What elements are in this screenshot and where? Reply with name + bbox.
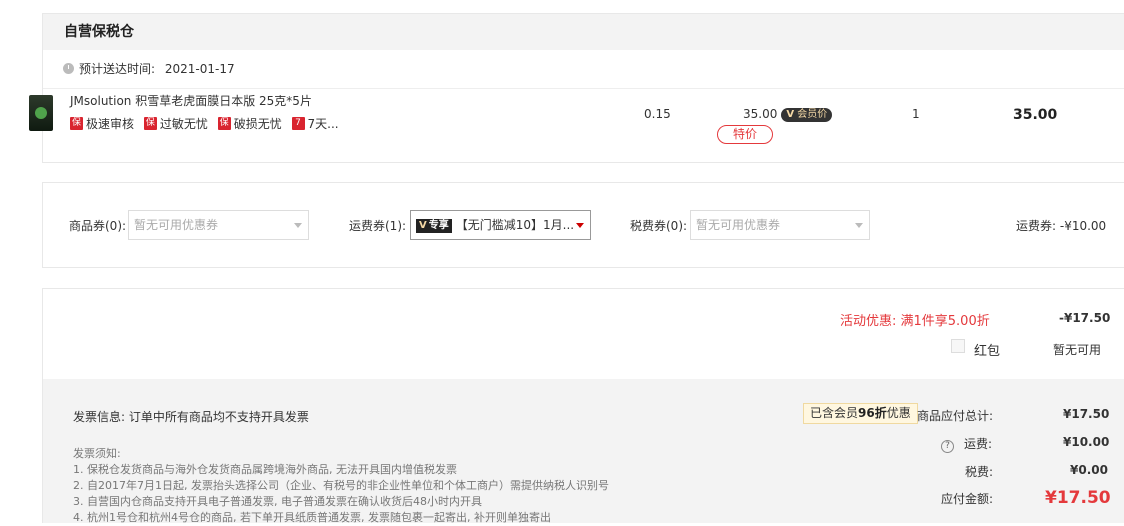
member-price-badge: V 会员价	[781, 108, 833, 122]
help-icon[interactable]: ?	[941, 440, 954, 453]
chevron-down-icon	[294, 223, 302, 228]
invoice-notes: 发票须知: 1. 保税仓发货商品与海外仓发货商品属跨境海外商品, 无法开具国内增…	[73, 446, 609, 526]
product-weight: 0.15	[644, 107, 671, 121]
red-packet-checkbox[interactable]	[951, 339, 965, 353]
goods-coupon-label: 商品券(0):	[69, 219, 127, 233]
eta-label: 预计送达时间:	[79, 62, 156, 76]
red-packet-label: 红包	[974, 344, 1001, 359]
invoice-note: 2. 自2017年7月1日起, 发票抬头选择公司（企业、有税号的非企业性单位和个…	[73, 479, 609, 492]
shipping-coupon-select[interactable]: V 专享 【无门槛减10】1月...	[410, 210, 591, 240]
goods-coupon-select[interactable]: 暂无可用优惠券	[128, 210, 309, 240]
tax-label: 税费:	[965, 465, 994, 479]
invoice-note: 4. 杭州1号仓和杭州4号仓的商品, 若下单开具纸质普通发票, 发票随包裹一起寄…	[73, 511, 551, 524]
shipping-fee-label: ? 运费:	[941, 435, 992, 453]
payable-label: 应付金额:	[941, 492, 994, 506]
delivery-eta: 预计送达时间: 2021-01-17	[43, 50, 1124, 89]
shipping-fee-value: ¥10.00	[1063, 435, 1110, 449]
member-discount-badge: 已含会员96折优惠	[803, 403, 918, 424]
service-tag[interactable]: 7 7天...	[291, 115, 339, 132]
service-tag: 保过敏无忧	[143, 117, 208, 131]
invoice-notes-title: 发票须知:	[73, 447, 121, 460]
product-price: 35.00	[743, 107, 778, 121]
invoice-info: 发票信息: 订单中所有商品均不支持开具发票	[73, 410, 309, 424]
seven-day-return-icon: 7	[291, 117, 305, 130]
chevron-down-icon	[576, 223, 584, 228]
guarantee-icon: 保	[143, 117, 157, 130]
tax-value: ¥0.00	[1070, 463, 1108, 477]
service-tag: 保破损无忧	[217, 117, 282, 131]
product-price-cell: 35.00 V 会员价	[743, 107, 833, 122]
tax-coupon-label: 税费券(0):	[630, 219, 688, 233]
shipping-coupon-label: 运费券(1):	[349, 219, 407, 233]
invoice-note: 1. 保税仓发货商品与海外仓发货商品属跨境海外商品, 无法开具国内增值税发票	[73, 463, 457, 476]
shipping-coupon-discount: 运费券: -¥10.00	[1016, 219, 1107, 233]
product-subtotal: 35.00	[1013, 107, 1058, 123]
promotion-value: -¥17.50	[1059, 311, 1111, 325]
guarantee-icon: 保	[217, 117, 231, 130]
product-name[interactable]: JMsolution 积雪草老虎面膜日本版 25克*5片	[70, 92, 312, 109]
service-tags: 保极速审核 保过敏无忧 保破损无忧 7 7天...	[70, 114, 345, 132]
warehouse-title: 自营保税仓	[43, 14, 1124, 50]
red-packet-status: 暂无可用	[1053, 343, 1102, 357]
warehouse-card: 自营保税仓 预计送达时间: 2021-01-17	[42, 13, 1124, 163]
payable-amount: ¥17.50	[1045, 488, 1111, 508]
product-quantity: 1	[912, 107, 920, 121]
invoice-note: 3. 自营国内仓商品支持开具电子普通发票, 电子普通发票在确认收货后48小时内开…	[73, 495, 482, 508]
guarantee-icon: 保	[70, 117, 83, 130]
chevron-down-icon	[855, 223, 863, 228]
product-thumbnail[interactable]	[29, 95, 53, 131]
clock-icon	[63, 63, 74, 74]
service-tag: 保极速审核	[70, 117, 135, 131]
tax-coupon-select[interactable]: 暂无可用优惠券	[690, 210, 870, 240]
special-price-badge: 特价	[717, 125, 773, 144]
promotion-label: 活动优惠: 满1件享5.00折	[840, 314, 990, 329]
goods-total-label: 商品应付总计:	[917, 409, 994, 423]
goods-total-value: ¥17.50	[1063, 407, 1110, 421]
exclusive-tag: V 专享	[416, 219, 452, 233]
eta-date: 2021-01-17	[164, 62, 235, 76]
